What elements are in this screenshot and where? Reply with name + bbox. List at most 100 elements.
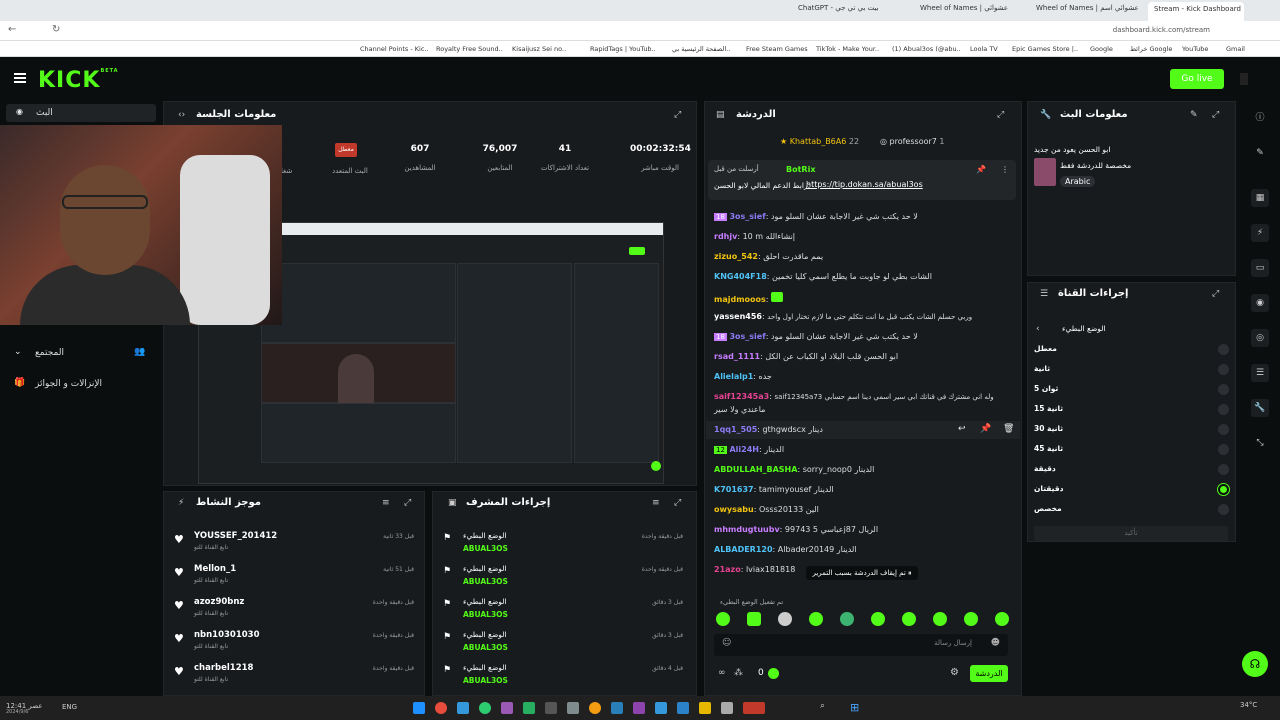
- chat-username[interactable]: majdmooos: [714, 295, 766, 304]
- bookmark[interactable]: RapidTags | YouTub..: [590, 45, 656, 53]
- slow-mode-option[interactable]: ثانية: [1034, 362, 1229, 378]
- go-live-button[interactable]: Go live: [1170, 69, 1224, 89]
- radio-button[interactable]: [1218, 444, 1229, 455]
- windows-start-icon[interactable]: ⊞: [850, 701, 859, 714]
- chat-username[interactable]: ALBADER120: [714, 545, 773, 554]
- emote-button[interactable]: [809, 612, 823, 626]
- bookmark[interactable]: Google: [1090, 45, 1113, 53]
- chat-username[interactable]: 3os_sief: [729, 332, 765, 341]
- emote-button[interactable]: [995, 612, 1009, 626]
- list-icon[interactable]: ☰: [1251, 364, 1269, 382]
- emote-button[interactable]: [902, 612, 916, 626]
- taskbar-app-icon[interactable]: [457, 702, 469, 714]
- expand-icon[interactable]: ⤢: [1212, 289, 1219, 299]
- chat-username[interactable]: rdhjv: [714, 232, 737, 241]
- users-icon[interactable]: ⁂: [734, 668, 743, 678]
- expand-icon[interactable]: ⤢: [674, 498, 681, 508]
- collapse-icon[interactable]: ‹›: [178, 110, 185, 120]
- pin-icon[interactable]: 📌: [980, 424, 991, 434]
- radio-button-selected[interactable]: [1218, 484, 1229, 495]
- filter-icon[interactable]: ≡: [382, 498, 390, 508]
- radio-button[interactable]: [1218, 464, 1229, 475]
- taskbar-app-icon[interactable]: [633, 702, 645, 714]
- reload-icon[interactable]: ↻: [52, 24, 60, 35]
- slow-mode-option[interactable]: ثوان 5: [1034, 382, 1229, 398]
- bookmark[interactable]: (1) Abual3os (@abu..: [892, 45, 961, 53]
- chat-username[interactable]: rsad_1111: [714, 352, 760, 361]
- document-icon[interactable]: ▭: [1251, 259, 1269, 277]
- taskbar-app-icon[interactable]: [435, 702, 447, 714]
- taskbar-app-icon[interactable]: [677, 702, 689, 714]
- expand-icon[interactable]: ⤢: [674, 110, 681, 120]
- bookmark[interactable]: Epic Games Store |..: [1012, 45, 1078, 53]
- taskbar-app-icon[interactable]: [655, 702, 667, 714]
- kick-logo[interactable]: KICKBETA: [38, 68, 119, 93]
- emote-button[interactable]: [871, 612, 885, 626]
- taskbar-app-icon[interactable]: [413, 702, 425, 714]
- pencil-icon[interactable]: ✎: [1251, 144, 1269, 162]
- back-icon[interactable]: ←: [8, 24, 16, 35]
- bookmark[interactable]: Royalty Free Sound..: [436, 45, 503, 53]
- radio-button[interactable]: [1218, 364, 1229, 375]
- edit-icon[interactable]: ✎: [1190, 110, 1198, 120]
- pin-icon[interactable]: 📌: [976, 165, 986, 174]
- chat-username[interactable]: K701637: [714, 485, 754, 494]
- emote-button[interactable]: [716, 612, 730, 626]
- expand-icon[interactable]: ⤢: [404, 498, 411, 508]
- slow-mode-option[interactable]: دقيقتان: [1034, 482, 1229, 498]
- taskbar-app-icon[interactable]: [523, 702, 535, 714]
- send-chat-button[interactable]: الدردشة: [970, 665, 1008, 682]
- url-text[interactable]: dashboard.kick.com/stream: [1113, 26, 1210, 34]
- chat-username[interactable]: zizuo_542: [714, 252, 758, 261]
- emote-button[interactable]: [964, 612, 978, 626]
- browser-tab[interactable]: ChatGPT - بيت بي تي جي: [798, 4, 879, 18]
- chat-input[interactable]: إرسال رسالة ☺ ☻: [714, 634, 1008, 656]
- chat-username[interactable]: KNG404F18: [714, 272, 767, 281]
- bookmark[interactable]: Free Steam Games: [746, 45, 808, 53]
- taskbar-app-icon[interactable]: [699, 702, 711, 714]
- bookmark[interactable]: TikTok - Make Your..: [816, 45, 879, 53]
- chat-username[interactable]: owysabu: [714, 505, 754, 514]
- bookmark[interactable]: الصفحة الرئيسية بي..: [672, 45, 730, 53]
- chat-username[interactable]: 3os_sief: [729, 212, 765, 221]
- sidebar-item-live[interactable]: ◉ البث: [6, 104, 156, 122]
- chat-username[interactable]: ABDULLAH_BASHA: [714, 465, 797, 474]
- chat-username[interactable]: 1qq1_505: [714, 425, 757, 434]
- notification-icon[interactable]: [1240, 73, 1248, 85]
- smile-icon[interactable]: ☻: [991, 638, 1000, 648]
- weather-widget[interactable]: 34°C: [1240, 701, 1257, 709]
- share-icon[interactable]: ⤡: [1251, 434, 1269, 452]
- slow-mode-option[interactable]: ثانية 45: [1034, 442, 1229, 458]
- taskbar-app-icon[interactable]: [479, 702, 491, 714]
- browser-tab[interactable]: Wheel of Names | عشوائي: [920, 4, 1008, 18]
- bookmark[interactable]: Channel Points - Kic..: [360, 45, 429, 53]
- gear-icon[interactable]: ⚙: [950, 667, 959, 678]
- chat-username[interactable]: yassen456: [714, 312, 762, 321]
- help-button[interactable]: ☊: [1242, 651, 1268, 677]
- reply-icon[interactable]: ↩: [958, 424, 966, 434]
- confirm-button[interactable]: تأكيد: [1034, 526, 1228, 541]
- radio-button[interactable]: [1218, 384, 1229, 395]
- delete-icon[interactable]: 🗑: [1003, 424, 1014, 434]
- emote-button[interactable]: [747, 612, 761, 626]
- hamburger-menu-icon[interactable]: [14, 73, 26, 83]
- radio-button[interactable]: [1218, 504, 1229, 515]
- broadcast-icon[interactable]: ◎: [1251, 329, 1269, 347]
- emote-button[interactable]: [933, 612, 947, 626]
- search-icon[interactable]: ⌕: [820, 701, 825, 711]
- taskbar-app-icon[interactable]: [611, 702, 623, 714]
- info-icon[interactable]: ⓘ: [1251, 109, 1269, 127]
- language-indicator[interactable]: ENG: [62, 703, 77, 711]
- bookmark[interactable]: Gmail: [1226, 45, 1245, 53]
- chat-username[interactable]: saif12345a3: [714, 392, 769, 401]
- chat-bubble-icon[interactable]: ◉: [1251, 294, 1269, 312]
- emote-button[interactable]: [840, 612, 854, 626]
- expand-icon[interactable]: ⤢: [1212, 110, 1219, 120]
- more-icon[interactable]: ⋮: [1001, 165, 1009, 174]
- taskbar-app-icon[interactable]: [589, 702, 601, 714]
- chat-username[interactable]: Ali24H: [729, 445, 759, 454]
- radio-button[interactable]: [1218, 344, 1229, 355]
- browser-tab[interactable]: Wheel of Names | عشوائي اسم: [1036, 4, 1139, 18]
- bookmark[interactable]: خرائط Google: [1130, 45, 1172, 53]
- slow-mode-option[interactable]: ثانية 30: [1034, 422, 1229, 438]
